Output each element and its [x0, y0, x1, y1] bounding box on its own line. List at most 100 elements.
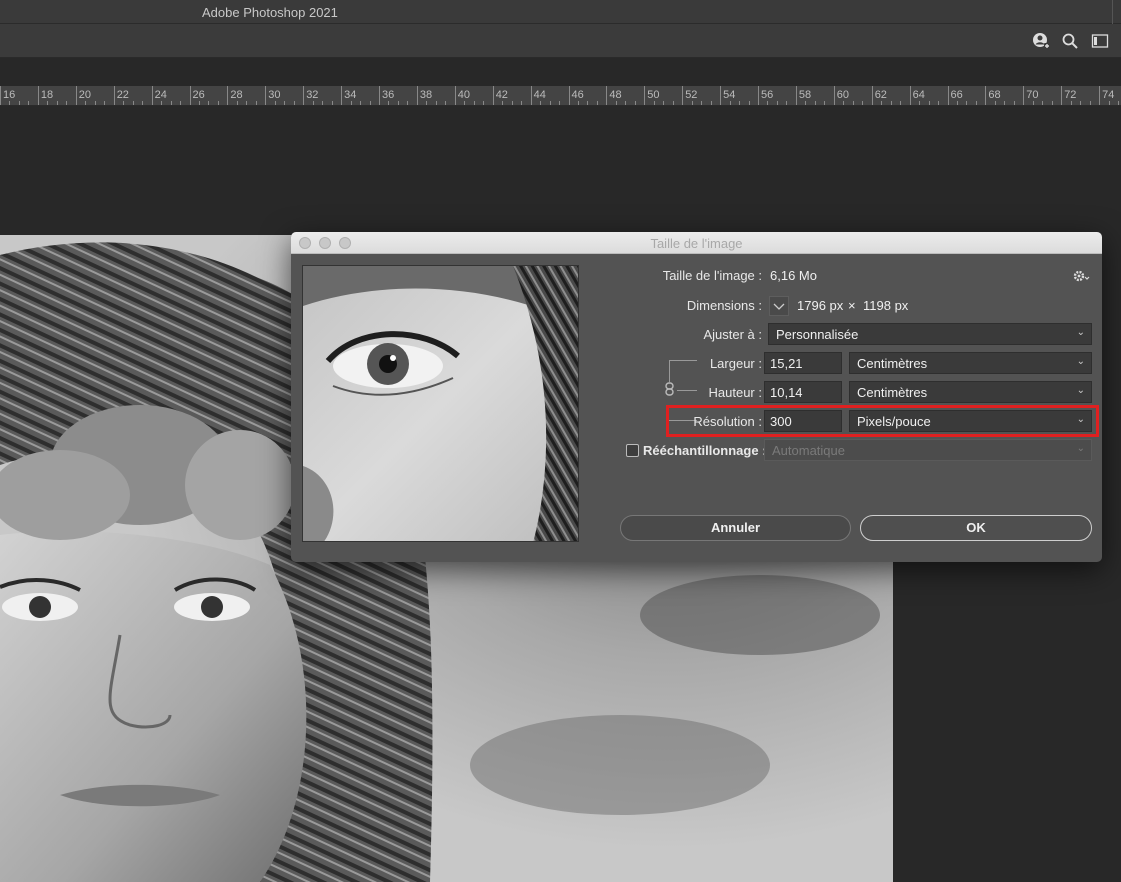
ruler-minor-tick: [142, 101, 144, 105]
image-size-label: Taille de l'image :: [662, 268, 762, 283]
ruler-minor-tick: [729, 101, 731, 105]
ruler-minor-tick: [66, 101, 68, 105]
height-field[interactable]: 10,14: [764, 381, 842, 403]
ruler-minor-tick: [938, 101, 940, 105]
user-add-icon[interactable]: [1032, 32, 1050, 50]
ruler-minor-tick: [28, 101, 30, 105]
ruler-minor-tick: [274, 101, 276, 105]
ruler-minor-tick: [284, 101, 286, 105]
ruler-minor-tick: [47, 101, 49, 105]
dimensions-times: ×: [848, 298, 856, 313]
ruler-minor-tick: [862, 101, 864, 105]
ruler-minor-tick: [852, 101, 854, 105]
ruler-minor-tick: [331, 101, 333, 105]
ruler-minor-tick: [1004, 101, 1006, 105]
chevron-down-icon: ⌄: [1076, 385, 1085, 396]
resolution-highlight-box: [666, 405, 1099, 437]
fit-to-label: Ajuster à :: [703, 327, 762, 342]
ruler-minor-tick: [975, 101, 977, 105]
ruler-minor-tick: [881, 101, 883, 105]
ruler-minor-tick: [786, 101, 788, 105]
ruler-minor-tick: [511, 101, 513, 105]
workspace-gap: [0, 59, 1121, 86]
image-preview[interactable]: [302, 265, 579, 542]
ruler-minor-tick: [653, 101, 655, 105]
ruler-minor-tick: [824, 101, 826, 105]
ruler-minor-tick: [236, 101, 238, 105]
ruler-label: 26: [192, 89, 205, 101]
image-size-value: 6,16 Mo: [770, 268, 817, 283]
ruler-label: 58: [798, 89, 812, 101]
ruler-label: 46: [571, 89, 584, 101]
ruler-major-tick: [0, 86, 1, 105]
ruler-major-tick: [189, 86, 191, 105]
ruler-label: 24: [154, 89, 167, 101]
ruler-minor-tick: [814, 101, 816, 105]
ruler-minor-tick: [1080, 101, 1082, 105]
ruler-minor-tick: [615, 101, 617, 105]
dimensions-width: 1796 px: [797, 298, 844, 313]
ruler-minor-tick: [397, 101, 399, 105]
ruler-label: 74: [1102, 89, 1115, 101]
ruler-minor-tick: [559, 101, 561, 105]
dimensions-unit-toggle[interactable]: [769, 296, 789, 316]
ruler-label: 44: [533, 89, 546, 101]
ruler-major-tick: [341, 86, 343, 105]
search-icon[interactable]: [1061, 32, 1079, 50]
resample-checkbox[interactable]: [626, 444, 639, 457]
resample-label[interactable]: Rééchantillonnage :: [643, 443, 767, 458]
titlebar-divider: [1112, 0, 1113, 24]
ruler-major-tick: [606, 86, 608, 105]
ruler-minor-tick: [994, 101, 996, 105]
cancel-button[interactable]: Annuler: [620, 515, 851, 541]
ruler-major-tick: [379, 86, 380, 105]
ruler-minor-tick: [104, 101, 106, 105]
ruler-major-tick: [1099, 86, 1101, 105]
ruler-minor-tick: [890, 101, 892, 105]
ruler-minor-tick: [843, 101, 845, 105]
width-unit-select[interactable]: Centimètres ⌄: [849, 352, 1092, 374]
ruler-minor-tick: [1118, 101, 1120, 105]
workspace-icon[interactable]: [1091, 32, 1109, 50]
width-field[interactable]: 15,21: [764, 352, 842, 374]
ruler-minor-tick: [663, 101, 665, 105]
options-bar: [0, 24, 1121, 58]
gear-icon[interactable]: [1072, 269, 1090, 283]
ruler-label: 54: [723, 89, 736, 101]
ruler-minor-tick: [198, 101, 200, 105]
dialog-title: Taille de l'image: [650, 236, 743, 251]
ruler-minor-tick: [350, 101, 352, 105]
ruler-label: 66: [950, 89, 963, 101]
ruler-minor-tick: [596, 101, 598, 105]
ok-button[interactable]: OK: [860, 515, 1092, 541]
ruler-minor-tick: [322, 101, 324, 105]
ruler-minor-tick: [549, 101, 551, 105]
ruler-minor-tick: [805, 101, 807, 105]
ruler-minor-tick: [634, 101, 636, 105]
ruler-major-tick: [871, 86, 873, 105]
ruler-minor-tick: [473, 101, 475, 105]
height-unit-select[interactable]: Centimètres ⌄: [849, 381, 1092, 403]
fit-to-select[interactable]: Personnalisée ⌄: [768, 323, 1092, 345]
ruler-major-tick: [795, 86, 797, 105]
ruler-major-tick: [985, 86, 987, 105]
ruler-minor-tick: [1070, 101, 1072, 105]
ruler-minor-tick: [445, 101, 447, 105]
ruler-label: 72: [1064, 89, 1077, 101]
height-label: Hauteur :: [708, 385, 762, 400]
ruler-minor-tick: [94, 101, 96, 105]
ruler-minor-tick: [123, 101, 125, 105]
ruler-label: 70: [1026, 89, 1039, 101]
ruler-major-tick: [37, 86, 39, 105]
ruler-minor-tick: [85, 101, 87, 105]
ruler-minor-tick: [521, 101, 523, 105]
horizontal-ruler[interactable]: 16 18 20 22 24 26 28 30 32 34 36 38 40 42 44 46 48 50 52 54…: [0, 86, 1121, 106]
chevron-down-icon: [773, 303, 785, 310]
resample-method-value: Automatique: [772, 443, 845, 458]
fit-to-value: Personnalisée: [776, 327, 859, 342]
chevron-down-icon: ⌄: [1076, 443, 1085, 454]
ruler-major-tick: [568, 86, 570, 105]
ruler-minor-tick: [180, 101, 182, 105]
ruler-label: 38: [419, 89, 433, 101]
dialog-titlebar[interactable]: Taille de l'image: [291, 232, 1102, 254]
